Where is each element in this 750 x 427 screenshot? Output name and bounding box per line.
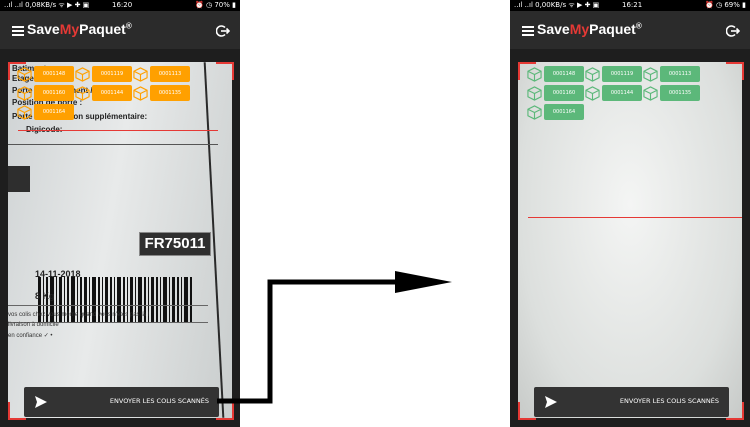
logo-my: My bbox=[569, 21, 590, 37]
parcel-box-icon bbox=[133, 67, 148, 82]
scan-frame-corner bbox=[216, 62, 234, 80]
label-footer: vos colis chez vous même quand vous n'êt… bbox=[8, 312, 150, 318]
label-dark-block bbox=[8, 166, 30, 192]
logo-registered: ® bbox=[125, 21, 132, 31]
send-button-label: ENVOYER LES COLIS SCANNÉS bbox=[109, 397, 209, 405]
hamburger-icon[interactable] bbox=[522, 26, 534, 36]
label-divider bbox=[8, 144, 218, 145]
postal-code: FR75011 bbox=[139, 232, 211, 256]
parcel-badge[interactable]: 0001135 bbox=[660, 85, 700, 101]
status-time: 16:20 bbox=[112, 1, 133, 9]
status-network: ..ıl ..ıl 0,08KB/s ᯤ ▶ ✚ ▣ bbox=[4, 1, 90, 9]
hamburger-icon[interactable] bbox=[12, 26, 24, 36]
parcel-box-icon bbox=[17, 67, 32, 82]
logo-registered: ® bbox=[635, 21, 642, 31]
parcel-badge[interactable]: 0001148 bbox=[34, 66, 74, 82]
parcel-badge[interactable]: 0001160 bbox=[34, 85, 74, 101]
status-network: ..ıl ..ıl 0,00KB/s ᯤ ▶ ✚ ▣ bbox=[514, 1, 600, 9]
parcel-badge[interactable]: 0001160 bbox=[544, 85, 584, 101]
scan-laser-line bbox=[18, 130, 218, 131]
parcel-box-icon bbox=[527, 105, 542, 120]
parcel-box-icon bbox=[133, 86, 148, 101]
app-logo: SaveMyPaquet® bbox=[27, 21, 132, 37]
label-line: Porte / Information supplémentaire: bbox=[12, 112, 148, 121]
parcel-badge[interactable]: 0001135 bbox=[150, 85, 190, 101]
parcel-box-icon bbox=[585, 67, 600, 82]
logo-paquet: Paquet bbox=[589, 21, 636, 37]
status-battery: ⏰ ◷ 69% ▮ bbox=[705, 1, 746, 9]
status-bar: ..ıl ..ıl 0,00KB/s ᯤ ▶ ✚ ▣ 16:21 ⏰ ◷ 69%… bbox=[510, 0, 750, 11]
logo-save: Save bbox=[537, 21, 570, 37]
scan-frame-corner bbox=[726, 62, 744, 80]
label-footer: livraison à domicile bbox=[8, 322, 59, 328]
send-button-label: ENVOYER LES COLIS SCANNÉS bbox=[619, 397, 719, 405]
parcel-badge[interactable]: 0001164 bbox=[544, 104, 584, 120]
parcel-box-icon bbox=[17, 86, 32, 101]
parcel-badge[interactable]: 0001144 bbox=[602, 85, 642, 101]
parcel-box-icon bbox=[17, 105, 32, 120]
status-time: 16:21 bbox=[622, 1, 643, 9]
logout-icon[interactable] bbox=[726, 24, 740, 38]
ship-date: 14-11-2018 bbox=[35, 269, 81, 279]
parcel-badge[interactable]: 0001113 bbox=[660, 66, 700, 82]
parcel-box-icon bbox=[643, 86, 658, 101]
parcel-badge[interactable]: 0001119 bbox=[602, 66, 642, 82]
parcel-badge[interactable]: 0001113 bbox=[150, 66, 190, 82]
parcel-box-icon bbox=[527, 86, 542, 101]
parcel-badge[interactable]: 0001148 bbox=[544, 66, 584, 82]
send-parcels-button[interactable]: ENVOYER LES COLIS SCANNÉS bbox=[24, 387, 219, 417]
logo-save: Save bbox=[27, 21, 60, 37]
ship-weight: 8 Kg bbox=[35, 291, 55, 301]
app-logo: SaveMyPaquet® bbox=[537, 21, 642, 37]
transition-arrow-icon bbox=[217, 271, 452, 404]
phone-screen-after: ..ıl ..ıl 0,00KB/s ᯤ ▶ ✚ ▣ 16:21 ⏰ ◷ 69%… bbox=[510, 0, 750, 427]
send-icon bbox=[35, 396, 47, 408]
parcel-badge[interactable]: 0001144 bbox=[92, 85, 132, 101]
status-bar: ..ıl ..ıl 0,08KB/s ᯤ ▶ ✚ ▣ 16:20 ⏰ ◷ 70%… bbox=[0, 0, 240, 11]
scan-laser-line bbox=[528, 217, 742, 218]
parcel-box-icon bbox=[527, 67, 542, 82]
status-battery: ⏰ ◷ 70% ▮ bbox=[195, 1, 236, 9]
parcel-box-icon bbox=[643, 67, 658, 82]
parcel-box-icon bbox=[585, 86, 600, 101]
logout-icon[interactable] bbox=[216, 24, 230, 38]
app-bar: SaveMyPaquet® bbox=[0, 11, 240, 49]
logo-my: My bbox=[59, 21, 80, 37]
label-divider bbox=[8, 305, 208, 306]
parcel-box-icon bbox=[75, 86, 90, 101]
logo-paquet: Paquet bbox=[79, 21, 126, 37]
app-bar: SaveMyPaquet® bbox=[510, 11, 750, 49]
send-icon bbox=[545, 396, 557, 408]
parcel-badge[interactable]: 0001119 bbox=[92, 66, 132, 82]
parcel-badge[interactable]: 0001164 bbox=[34, 104, 74, 120]
parcel-box-icon bbox=[75, 67, 90, 82]
label-footer: en confiance ✓ • bbox=[8, 333, 53, 339]
send-parcels-button[interactable]: ENVOYER LES COLIS SCANNÉS bbox=[534, 387, 729, 417]
